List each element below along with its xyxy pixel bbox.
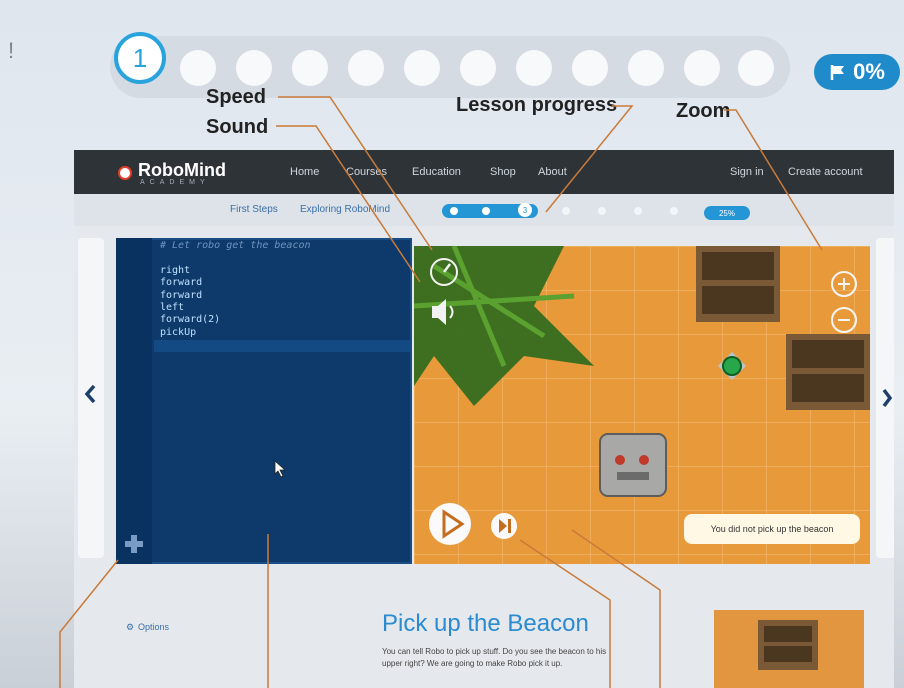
options-toggle[interactable]: Options — [138, 622, 169, 632]
status-message: You did not pick up the beacon — [684, 514, 860, 544]
next-panel[interactable] — [876, 238, 894, 558]
lesson-progress-badge: 0% — [814, 54, 900, 90]
step-dot[interactable] — [404, 50, 440, 86]
step-dot[interactable] — [628, 50, 664, 86]
nav-shop[interactable]: Shop — [490, 166, 516, 178]
annotation-sound: Sound — [206, 116, 269, 138]
code-comment: # Let robo get the beacon — [160, 240, 311, 251]
edge-mark: ! — [8, 38, 15, 63]
breadcrumb-exploring-robomind[interactable]: Exploring RoboMind — [300, 204, 390, 215]
mini-step-dot[interactable] — [598, 207, 606, 215]
nav-home[interactable]: Home — [290, 166, 319, 178]
nav-about[interactable]: About — [538, 166, 567, 178]
breadcrumb-first-steps[interactable]: First Steps — [230, 204, 278, 215]
annotation-zoom: Zoom — [676, 100, 731, 122]
step-dot[interactable] — [572, 50, 608, 86]
mini-step-dot[interactable] — [634, 207, 642, 215]
robomind-logo-icon — [118, 166, 132, 180]
chevron-right-icon — [882, 388, 893, 408]
previous-panel[interactable] — [78, 238, 104, 558]
mini-step-dot[interactable] — [482, 207, 490, 215]
code-line: left — [160, 302, 185, 314]
gear-icon[interactable]: ⚙ — [126, 622, 134, 633]
lesson-text-line: upper right? We are going to make Robo p… — [382, 659, 563, 668]
lesson-title: Pick up the Beacon — [382, 610, 589, 637]
play-icon[interactable] — [429, 503, 471, 545]
code-line: right — [160, 264, 191, 276]
code-line: forward — [160, 277, 203, 289]
annotation-speed: Speed — [206, 86, 267, 108]
step-dot[interactable] — [292, 50, 328, 86]
step-dot[interactable] — [684, 50, 720, 86]
mini-progress-badge: 25% — [704, 206, 750, 220]
code-content[interactable]: # Let robo get the beacon right forward … — [160, 240, 311, 339]
nav-create-account[interactable]: Create account — [788, 166, 863, 178]
thumbnail-scene — [758, 620, 818, 670]
mini-step-dot[interactable] — [562, 207, 570, 215]
step-dot[interactable] — [348, 50, 384, 86]
step-icon[interactable] — [491, 513, 517, 539]
app-logo-subtitle: ACADEMY — [140, 179, 210, 186]
annotation-lesson-progress: Lesson progress — [456, 94, 618, 116]
mini-step-dot[interactable] — [670, 207, 678, 215]
step-dot[interactable] — [236, 50, 272, 86]
nav-education[interactable]: Education — [412, 166, 461, 178]
lesson-progress-value: 0% — [853, 59, 885, 84]
step-dot[interactable] — [460, 50, 496, 86]
step-dot[interactable] — [738, 50, 774, 86]
editor-gutter — [116, 238, 152, 564]
step-dot[interactable] — [516, 50, 552, 86]
chevron-left-icon — [84, 384, 96, 404]
robot-icon — [599, 433, 667, 497]
mini-step-dot[interactable] — [450, 207, 458, 215]
lesson-text-line: You can tell Robo to pick up stuff. Do y… — [382, 647, 607, 656]
nav-sign-in[interactable]: Sign in — [730, 166, 764, 178]
code-line: forward — [160, 289, 203, 301]
current-step-indicator[interactable]: 1 — [114, 32, 166, 84]
lesson-thumbnail — [714, 610, 864, 688]
code-line: pickUp — [160, 326, 197, 338]
nav-courses[interactable]: Courses — [346, 166, 387, 178]
step-dot[interactable] — [180, 50, 216, 86]
robomind-app-screenshot: RoboMind ACADEMY Home Courses Education … — [74, 150, 894, 688]
current-line-highlight — [154, 340, 410, 352]
mini-current-step[interactable]: 3 — [518, 203, 532, 217]
code-line: forward(2) — [160, 314, 221, 326]
app-logo[interactable]: RoboMind — [138, 160, 226, 181]
mouse-cursor-icon — [274, 460, 287, 478]
flag-icon — [830, 65, 845, 80]
lesson-text: You can tell Robo to pick up stuff. Do y… — [382, 646, 642, 670]
add-icon[interactable] — [122, 532, 146, 556]
